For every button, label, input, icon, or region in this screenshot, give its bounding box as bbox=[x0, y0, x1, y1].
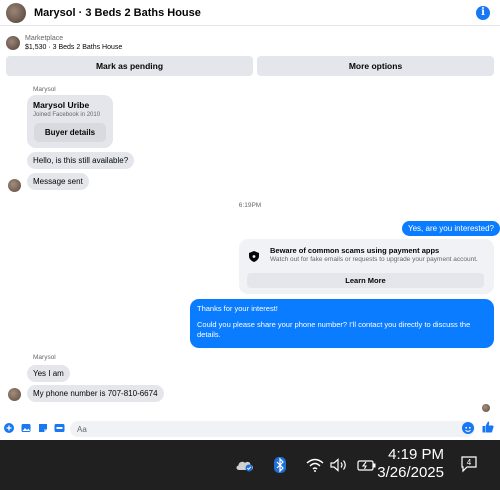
emoji-icon[interactable] bbox=[462, 422, 474, 434]
scam-warning-title: Beware of common scams using payment app… bbox=[270, 246, 440, 255]
message-bubble-outgoing[interactable]: Yes, are you interested? bbox=[402, 221, 500, 236]
clock-date[interactable]: 3/26/2025 bbox=[377, 464, 444, 481]
conversation-header: Marysol · 3 Beds 2 Baths House i bbox=[0, 0, 500, 26]
listing-bar: Marketplace $1,530 · 3 Beds 2 Baths Hous… bbox=[0, 26, 500, 82]
message-bubble-outgoing[interactable]: Thanks for your interest! Could you plea… bbox=[190, 299, 494, 348]
message-input[interactable]: Aa bbox=[70, 421, 475, 437]
message-text: Could you please share your phone number… bbox=[197, 320, 471, 339]
listing-thumbnail[interactable] bbox=[6, 36, 20, 50]
message-bubble[interactable]: Yes I am bbox=[27, 365, 70, 382]
profile-card: Marysol Uribe Joined Facebook in 2010 Bu… bbox=[27, 95, 113, 148]
message-bubble[interactable]: Message sent bbox=[27, 173, 89, 190]
volume-icon[interactable] bbox=[330, 457, 350, 473]
scam-warning-card: Beware of common scams using payment app… bbox=[239, 239, 494, 294]
message-thread: Marysol Marysol Uribe Joined Facebook in… bbox=[0, 82, 500, 418]
learn-more-button[interactable]: Learn More bbox=[247, 273, 484, 288]
avatar[interactable] bbox=[6, 2, 26, 23]
scam-warning-subtitle: Watch out for fake emails or requests to… bbox=[270, 256, 478, 263]
more-options-button[interactable]: More options bbox=[257, 56, 494, 76]
clock-time[interactable]: 4:19 PM bbox=[388, 446, 444, 463]
avatar[interactable] bbox=[8, 179, 21, 192]
sticker-icon[interactable] bbox=[38, 423, 48, 433]
battery-icon[interactable] bbox=[357, 457, 377, 473]
plus-icon[interactable] bbox=[4, 423, 14, 433]
message-bubble[interactable]: Hello, is this still available? bbox=[27, 152, 135, 169]
listing-source: Marketplace bbox=[25, 35, 64, 42]
profile-joined: Joined Facebook in 2010 bbox=[33, 112, 101, 118]
wifi-icon[interactable] bbox=[306, 457, 324, 473]
notification-icon[interactable]: 4 bbox=[460, 455, 478, 473]
message-composer: Aa bbox=[0, 418, 500, 440]
timestamp: 6:19PM bbox=[238, 202, 262, 209]
shield-icon bbox=[249, 251, 259, 262]
listing-price-title[interactable]: $1,530 · 3 Beds 2 Baths House bbox=[25, 44, 122, 51]
sender-name: Marysol bbox=[33, 354, 56, 361]
onedrive-icon[interactable] bbox=[235, 457, 255, 473]
profile-name: Marysol Uribe bbox=[33, 100, 90, 110]
image-icon[interactable] bbox=[21, 423, 31, 433]
thumbs-up-icon[interactable] bbox=[482, 421, 494, 436]
buyer-details-button[interactable]: Buyer details bbox=[34, 123, 106, 142]
mark-as-pending-button[interactable]: Mark as pending bbox=[6, 56, 253, 76]
message-bubble[interactable]: My phone number is 707-810-6674 bbox=[27, 385, 164, 402]
message-text: Thanks for your interest! bbox=[197, 304, 278, 313]
conversation-title[interactable]: Marysol · 3 Beds 2 Baths House bbox=[34, 7, 201, 19]
notification-count: 4 bbox=[467, 458, 472, 467]
avatar[interactable] bbox=[8, 388, 21, 401]
info-icon[interactable]: i bbox=[476, 6, 490, 20]
gif-icon[interactable] bbox=[54, 423, 65, 433]
read-receipt-avatar bbox=[482, 404, 490, 412]
bluetooth-icon[interactable] bbox=[272, 457, 288, 473]
sender-name: Marysol bbox=[33, 86, 56, 93]
taskbar: 4:19 PM 3/26/2025 4 bbox=[0, 440, 500, 490]
